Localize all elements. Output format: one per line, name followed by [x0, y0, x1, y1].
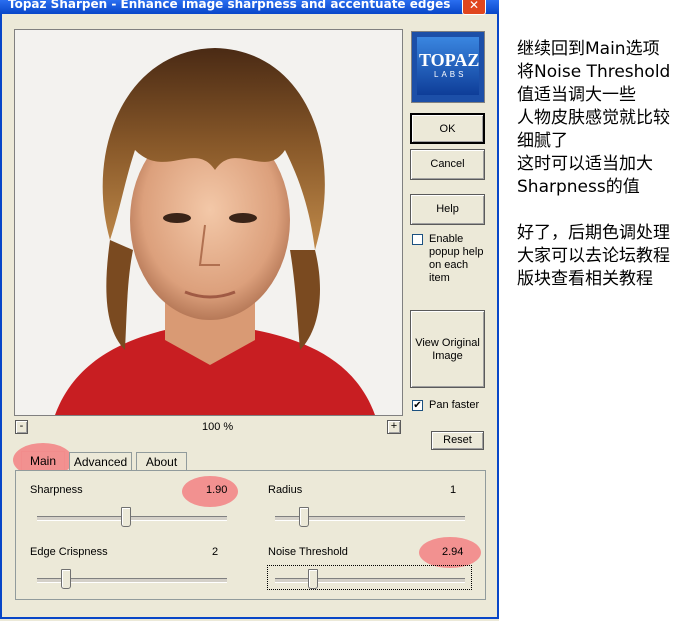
- edge-crispness-label: Edge Crispness: [30, 546, 108, 558]
- radius-label: Radius: [268, 484, 303, 496]
- view-original-button[interactable]: View Original Image: [410, 310, 485, 388]
- close-button[interactable]: ✕: [462, 0, 486, 15]
- popup-help-checkbox[interactable]: [412, 234, 423, 245]
- ok-button[interactable]: OK: [410, 113, 485, 144]
- image-preview[interactable]: [14, 29, 403, 416]
- topaz-logo: TOPAZ LABS: [411, 31, 485, 103]
- annotation-line: 人物皮肤感觉就比较: [517, 108, 670, 128]
- help-button[interactable]: Help: [410, 194, 485, 225]
- annotation-line: 大家可以去论坛教程: [517, 246, 670, 266]
- zoom-in-button[interactable]: +: [387, 420, 401, 434]
- noise-threshold-slider-thumb[interactable]: [308, 569, 318, 589]
- edge-crispness-value: 2: [212, 546, 219, 558]
- annotation-line: 将Noise Threshold: [517, 62, 671, 82]
- sharpness-label: Sharpness: [30, 484, 83, 496]
- radius-value: 1: [450, 484, 457, 496]
- reset-button[interactable]: Reset: [431, 431, 484, 450]
- annotation-line: 细腻了: [517, 131, 568, 151]
- dialog-window: Topaz Sharpen - Enhance image sharpness …: [0, 0, 499, 621]
- popup-help-label: Enable popup help on each item: [429, 233, 484, 284]
- tab-main[interactable]: Main: [21, 451, 65, 471]
- title-bar[interactable]: Topaz Sharpen - Enhance image sharpness …: [0, 0, 499, 15]
- pan-faster-label: Pan faster: [429, 399, 480, 411]
- radius-slider-thumb[interactable]: [298, 507, 309, 527]
- sharpness-value: 1.90: [206, 484, 228, 496]
- sharpness-track[interactable]: [37, 516, 227, 521]
- tab-about[interactable]: About: [136, 452, 187, 472]
- annotation-line: 继续回到Main选项: [517, 39, 660, 59]
- pan-faster-checkbox[interactable]: ✔: [412, 400, 423, 411]
- annotation-line: 版块查看相关教程: [517, 269, 653, 289]
- annotation-line: 值适当调大一些: [517, 85, 636, 105]
- portrait-photo: [15, 30, 402, 415]
- sharpness-slider-thumb[interactable]: [121, 507, 132, 527]
- annotation-line: 这时可以适当加大: [517, 154, 653, 174]
- annotation-line: 好了，后期色调处理: [517, 223, 670, 243]
- cancel-button[interactable]: Cancel: [410, 149, 485, 180]
- annotation-line: Sharpness的值: [517, 177, 640, 197]
- noise-threshold-track[interactable]: [275, 578, 465, 583]
- edge-crispness-slider-thumb[interactable]: [60, 569, 71, 589]
- zoom-out-button[interactable]: -: [15, 420, 28, 434]
- zoom-level: 100 %: [202, 421, 234, 433]
- noise-threshold-value: 2.94: [442, 546, 464, 558]
- window-title: Topaz Sharpen - Enhance image sharpness …: [8, 0, 451, 11]
- tab-advanced[interactable]: Advanced: [69, 452, 132, 472]
- noise-threshold-label: Noise Threshold: [268, 546, 348, 558]
